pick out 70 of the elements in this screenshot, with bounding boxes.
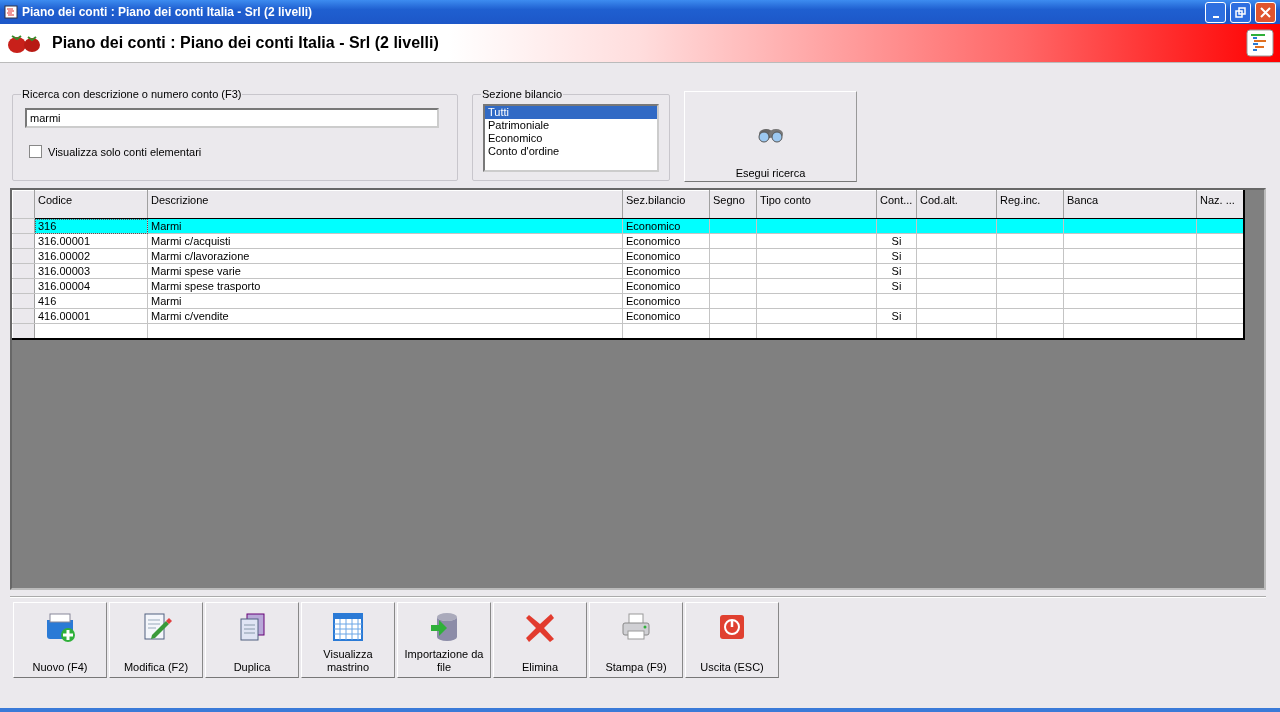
list-option[interactable]: Patrimoniale — [485, 119, 657, 132]
search-field[interactable]: marmi — [25, 108, 439, 128]
table-cell: 416.00001 — [38, 310, 90, 322]
column-header[interactable]: Sez.bilancio — [622, 190, 710, 219]
toolbar-button[interactable]: Visualizza mastrino — [301, 602, 395, 678]
table-cell: 316.00002 — [38, 250, 90, 262]
column-header[interactable]: Cod.alt. — [916, 190, 997, 219]
group-label: Sezione bilancio — [481, 88, 564, 100]
database-arrow-icon — [428, 611, 460, 643]
printer-icon — [620, 611, 652, 643]
toolbar-button[interactable]: Stampa (F9) — [589, 602, 683, 678]
table-cell: 316.00004 — [38, 280, 90, 292]
table-cell: Si — [891, 250, 902, 262]
table-cell: Si — [891, 310, 902, 322]
checkbox-label: Visualizza solo conti elementari — [48, 145, 202, 158]
column-header[interactable]: Codice — [34, 190, 148, 219]
close-button[interactable] — [1255, 1, 1276, 23]
column-header[interactable]: Reg.inc. — [996, 190, 1064, 219]
grid-calendar-icon — [332, 611, 364, 643]
restore-icon — [1235, 6, 1246, 18]
table-cell: Marmi c/lavorazione — [151, 250, 250, 262]
table-cell: 316.00003 — [38, 265, 90, 277]
table-cell: Marmi spese trasporto — [151, 280, 261, 292]
column-header[interactable]: Naz. ... — [1196, 190, 1244, 219]
toolbar-button[interactable]: Modifica (F2) — [109, 602, 203, 678]
table-cell: Si — [891, 265, 902, 277]
toolbar-button[interactable]: Elimina — [493, 602, 587, 678]
table-cell: Economico — [626, 220, 681, 232]
table-cell: Economico — [626, 280, 681, 292]
checkbox[interactable] — [29, 145, 42, 158]
table-cell: Economico — [626, 265, 681, 277]
column-header[interactable]: Cont... — [876, 190, 917, 219]
window-title: Piano dei conti : Piano dei conti Italia - Srl (2 livelli) — [22, 5, 314, 19]
table-cell: Economico — [626, 295, 681, 307]
table-cell: Si — [891, 280, 902, 292]
restore-button[interactable] — [1230, 1, 1251, 23]
page-title: Piano dei conti : Piano dei conti Italia - Srl (2 livelli) — [52, 34, 440, 52]
list-option[interactable]: Tutti — [485, 106, 657, 119]
cross-icon — [524, 611, 556, 643]
table-cell: Marmi spese varie — [151, 265, 241, 277]
section-list[interactable]: Tutti Patrimoniale Economico Conto d'ordine — [483, 104, 659, 172]
table-cell: Si — [891, 235, 902, 247]
minimize-icon — [1212, 15, 1219, 18]
list-option[interactable]: Conto d'ordine — [485, 145, 657, 158]
tree-list-icon — [1246, 29, 1274, 57]
table-cell: 416 — [38, 295, 57, 307]
toolbar-button[interactable]: Nuovo (F4) — [13, 602, 107, 678]
group-label: Ricerca con descrizione o numero conto (F3) — [21, 88, 243, 100]
minimize-button[interactable] — [1205, 1, 1226, 23]
toolbar-button[interactable]: Importazione da file — [397, 602, 491, 678]
list-option[interactable]: Economico — [485, 132, 657, 145]
table-cell: Marmi c/vendite — [151, 310, 229, 322]
table-cell: 316.00001 — [38, 235, 90, 247]
column-header[interactable]: Segno — [709, 190, 757, 219]
table-cell: Marmi — [151, 295, 182, 307]
column-header[interactable]: Descrizione — [147, 190, 623, 219]
column-header[interactable]: Banca — [1063, 190, 1197, 219]
table-cell: Economico — [626, 250, 681, 262]
app-icon — [4, 5, 18, 19]
search-button[interactable]: Esegui ricerca — [684, 91, 857, 182]
table-cell: Economico — [626, 235, 681, 247]
table-cell: Marmi c/acquisti — [151, 235, 231, 247]
toolbar-button[interactable]: Duplica — [205, 602, 299, 678]
folder-plus-icon — [44, 611, 76, 643]
table-cell: 316 — [38, 220, 57, 232]
toolbar-button[interactable]: Uscita (ESC) — [685, 602, 779, 678]
table-cell: Economico — [626, 310, 681, 322]
table-cell: Marmi — [151, 220, 182, 232]
close-icon — [1260, 6, 1271, 18]
column-header[interactable]: Tipo conto — [756, 190, 877, 219]
